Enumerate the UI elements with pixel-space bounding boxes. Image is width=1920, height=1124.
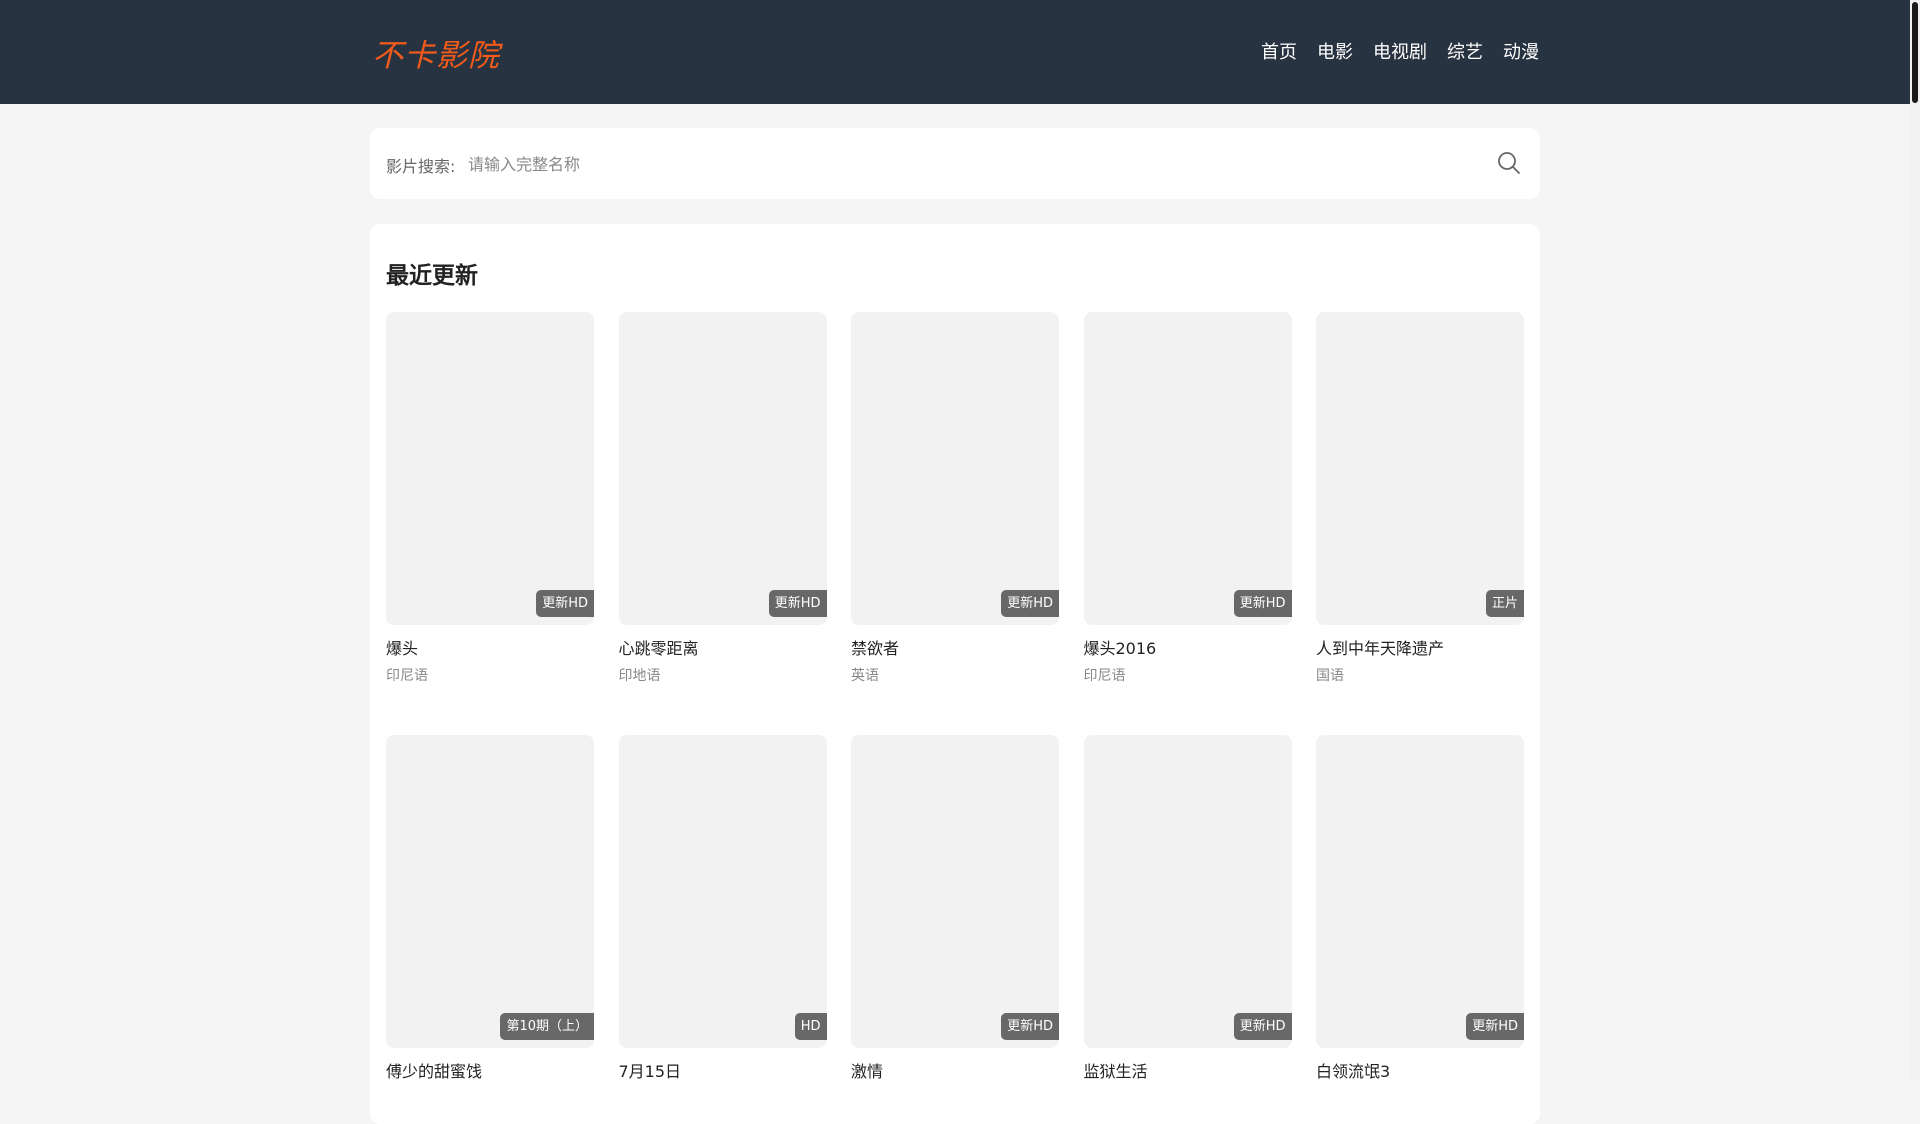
movie-title[interactable]: 监狱生活 — [1084, 1058, 1292, 1082]
status-badge: 更新HD — [1466, 1013, 1524, 1040]
nav-variety[interactable]: 综艺 — [1447, 38, 1483, 64]
poster-thumbnail[interactable]: 更新HD — [1083, 312, 1292, 625]
nav-home[interactable]: 首页 — [1261, 38, 1297, 64]
movie-card[interactable]: 更新HD 监狱生活 — [1083, 735, 1292, 1112]
status-badge: 更新HD — [1001, 1013, 1059, 1040]
status-badge: 更新HD — [1233, 590, 1292, 617]
site-logo[interactable]: 不卡影院 — [372, 30, 500, 75]
movie-language: 印尼语 — [386, 668, 428, 684]
movie-title[interactable]: 白领流氓3 — [1316, 1058, 1524, 1082]
movie-card[interactable]: 更新HD 激情 — [851, 735, 1059, 1112]
movie-language: 印地语 — [618, 668, 661, 684]
movie-grid: 更新HD 爆头 印尼语 更新HD 心跳零距离 印地语 更新HD 禁欲者 英语 更… — [386, 312, 1528, 1112]
poster-thumbnail[interactable]: 更新HD — [851, 735, 1059, 1048]
nav-tv[interactable]: 电视剧 — [1373, 38, 1427, 64]
movie-card[interactable]: 更新HD 爆头 印尼语 — [386, 312, 594, 689]
poster-thumbnail[interactable]: 更新HD — [1316, 735, 1524, 1048]
status-badge: HD — [794, 1013, 827, 1040]
movie-title[interactable]: 禁欲者 — [851, 635, 1059, 659]
search-bar: 影片搜索: — [370, 128, 1540, 199]
movie-language: 英语 — [851, 668, 879, 684]
movie-card[interactable]: 更新HD 禁欲者 英语 — [851, 312, 1059, 689]
movie-title[interactable]: 心跳零距离 — [619, 635, 827, 659]
poster-thumbnail[interactable]: 更新HD — [618, 312, 827, 625]
poster-thumbnail[interactable]: 正片 — [1316, 312, 1524, 625]
movie-card[interactable]: 更新HD 白领流氓3 — [1316, 735, 1524, 1112]
movie-title[interactable]: 爆头2016 — [1084, 635, 1292, 659]
status-badge: 正片 — [1485, 590, 1524, 617]
movie-card[interactable]: 第10期（上） 傅少的甜蜜饯 — [386, 735, 594, 1112]
movie-card[interactable]: 更新HD 爆头2016 印尼语 — [1083, 312, 1292, 689]
status-badge: 更新HD — [536, 590, 594, 617]
poster-thumbnail[interactable]: 第10期（上） — [386, 735, 594, 1048]
movie-language: 印尼语 — [1083, 668, 1126, 684]
site-header: 不卡影院 首页 电影 电视剧 综艺 动漫 — [0, 0, 1910, 104]
movie-title[interactable]: 爆头 — [386, 635, 594, 659]
movie-card[interactable]: 正片 人到中年天降遗产 国语 — [1316, 312, 1524, 689]
search-label: 影片搜索: — [386, 157, 456, 176]
movie-title[interactable]: 7月15日 — [619, 1058, 827, 1082]
movie-language: 国语 — [1316, 668, 1344, 684]
movie-title[interactable]: 傅少的甜蜜饯 — [386, 1058, 594, 1082]
movie-title[interactable]: 人到中年天降遗产 — [1316, 635, 1524, 659]
status-badge: 第10期（上） — [500, 1013, 594, 1040]
main-nav: 首页 电影 电视剧 综艺 动漫 — [1261, 38, 1539, 64]
poster-thumbnail[interactable]: HD — [618, 735, 827, 1048]
poster-thumbnail[interactable]: 更新HD — [851, 312, 1059, 625]
section-title: 最近更新 — [386, 263, 478, 289]
nav-anime[interactable]: 动漫 — [1503, 38, 1539, 64]
page-scrollbar[interactable] — [1910, 0, 1920, 1080]
movie-title[interactable]: 激情 — [851, 1058, 1059, 1082]
poster-thumbnail[interactable]: 更新HD — [386, 312, 594, 625]
poster-thumbnail[interactable]: 更新HD — [1083, 735, 1292, 1048]
scrollbar-thumb[interactable] — [1912, 2, 1918, 103]
movie-card[interactable]: 更新HD 心跳零距离 印地语 — [618, 312, 827, 689]
nav-movies[interactable]: 电影 — [1317, 38, 1353, 64]
status-badge: 更新HD — [1233, 1013, 1292, 1040]
movie-card[interactable]: HD 7月15日 — [618, 735, 827, 1112]
status-badge: 更新HD — [768, 590, 827, 617]
status-badge: 更新HD — [1001, 590, 1059, 617]
search-input[interactable] — [466, 144, 1470, 184]
recent-updates-panel: 最近更新 更新HD 爆头 印尼语 更新HD 心跳零距离 印地语 更新HD 禁欲者… — [370, 224, 1540, 1124]
search-icon[interactable] — [1496, 150, 1522, 176]
